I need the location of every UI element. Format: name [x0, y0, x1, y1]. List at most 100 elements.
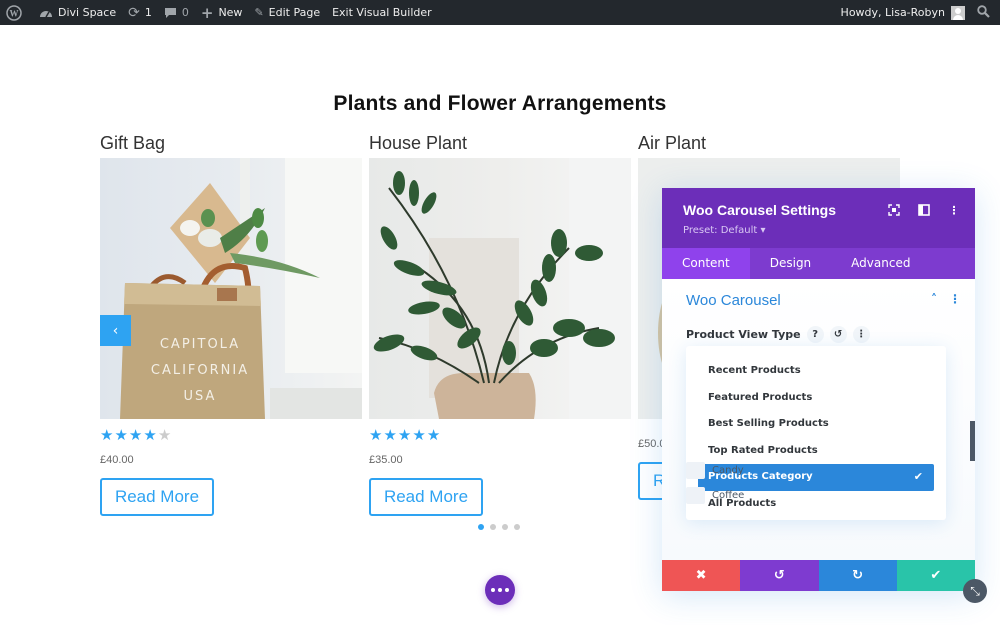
wp-admin-bar: W Divi Space ⟳ 1 0 + New ✎ Edit Page Exi…	[0, 0, 1000, 25]
fullscreen-icon[interactable]	[887, 203, 901, 217]
updates-link[interactable]: ⟳ 1	[122, 0, 158, 25]
carousel-dot[interactable]	[490, 524, 496, 530]
discard-button[interactable]: ✖	[662, 560, 741, 591]
resize-arrows-icon: ⤡	[970, 583, 980, 598]
section-more-icon[interactable]: ⋮	[949, 292, 961, 306]
greeting: Howdy, Lisa-Robyn	[840, 6, 945, 19]
carousel-prev-button[interactable]: ‹	[100, 315, 131, 346]
panel-scrollbar[interactable]	[970, 421, 975, 461]
star-filled-icon: ★	[128, 426, 143, 444]
dropdown-option[interactable]: Recent Products	[698, 358, 934, 385]
star-filled-icon: ★	[369, 426, 383, 444]
page-title: Plants and Flower Arrangements	[333, 92, 667, 115]
dropdown-option[interactable]: Featured Products	[698, 385, 934, 412]
page-settings-button[interactable]	[485, 575, 515, 605]
star-filled-icon: ★	[143, 426, 157, 444]
close-icon: ✖	[695, 568, 707, 583]
product-image-gift-bag[interactable]: CAPITOLA CALIFORNIA USA	[100, 158, 362, 419]
tab-content[interactable]: Content	[662, 248, 750, 279]
field-options-icon[interactable]: ⋮	[852, 326, 870, 343]
wordpress-logo-button[interactable]: W	[0, 0, 33, 25]
site-name: Divi Space	[58, 6, 117, 19]
new-label: New	[218, 6, 243, 19]
star-filled-icon: ★	[383, 426, 397, 444]
star-filled-icon: ★	[114, 426, 128, 444]
option-label: Best Selling Products	[708, 418, 829, 429]
product-name: Gift Bag	[100, 133, 166, 153]
option-label: Recent Products	[708, 365, 801, 376]
star-filled-icon: ★	[100, 426, 114, 444]
product-name: House Plant	[369, 133, 468, 153]
undo-button[interactable]: ↺	[740, 560, 819, 591]
more-options-icon[interactable]: ⋮	[947, 203, 961, 217]
exit-visual-builder-link[interactable]: Exit Visual Builder	[326, 0, 438, 25]
panel-body: Woo Carousel ˄ ⋮ Product View Type ? ↺ ⋮…	[662, 279, 975, 560]
product-name: Air Plant	[638, 133, 707, 153]
carousel-dot[interactable]	[514, 524, 520, 530]
star-rating: ★ ★ ★ ★ ★	[100, 427, 362, 443]
updates-count: 1	[144, 6, 152, 19]
site-name-link[interactable]: Divi Space	[33, 0, 122, 25]
edit-page-label: Edit Page	[268, 6, 321, 19]
reset-icon[interactable]: ↺	[829, 326, 847, 343]
pencil-icon: ✎	[254, 6, 264, 19]
option-label: Featured Products	[708, 391, 813, 403]
my-account-link[interactable]: Howdy, Lisa-Robyn	[835, 0, 971, 25]
redo-button[interactable]: ↻	[818, 560, 897, 591]
star-filled-icon: ★	[426, 426, 441, 444]
read-more-button[interactable]: Read More	[369, 478, 483, 516]
dot-icon	[491, 588, 495, 592]
dock-sidebar-icon[interactable]	[917, 203, 931, 217]
checkmark-icon: ✔	[930, 568, 942, 583]
carousel-pagination	[478, 524, 520, 530]
preset-dropdown[interactable]: Preset: Default ▾	[683, 225, 975, 236]
chevron-left-icon: ‹	[112, 322, 119, 339]
bag-text-line: USA	[184, 389, 217, 404]
star-empty-icon: ★	[157, 426, 172, 444]
product-card: House Plant ★ ★ ★ ★ ★ £35.00 Read More	[369, 130, 631, 516]
carousel-dot[interactable]	[502, 524, 508, 530]
panel-footer: ✖ ↺ ↻ ✔	[662, 560, 975, 591]
star-rating: ★ ★ ★ ★ ★	[369, 427, 631, 443]
category-checkbox-row[interactable]: Candy	[686, 462, 744, 479]
panel-tabs: Content Design Advanced	[662, 248, 975, 279]
star-filled-icon: ★	[397, 426, 412, 444]
resize-handle[interactable]: ⤡	[963, 579, 987, 603]
carousel-dot[interactable]	[478, 524, 484, 530]
plus-icon: +	[200, 3, 214, 22]
dashboard-gauge-icon	[39, 7, 53, 19]
category-checkbox-row[interactable]: Coffee	[686, 487, 744, 504]
product-price: £40.00	[100, 454, 134, 466]
module-settings-panel: Woo Carousel Settings Preset: Default ▾ …	[662, 188, 975, 591]
read-more-button[interactable]: Read More	[100, 478, 214, 516]
exit-visual-builder-label: Exit Visual Builder	[332, 6, 432, 19]
field-label-row: Product View Type ? ↺ ⋮	[686, 326, 870, 343]
section-title[interactable]: Woo Carousel	[686, 292, 781, 309]
edit-page-link[interactable]: ✎ Edit Page	[248, 0, 326, 25]
checkbox[interactable]	[686, 487, 705, 504]
chevron-up-icon[interactable]: ˄	[931, 292, 937, 306]
product-price: £35.00	[369, 454, 403, 466]
comments-link[interactable]: 0	[158, 0, 195, 25]
bag-text-line: CALIFORNIA	[151, 363, 249, 378]
comment-bubble-icon	[164, 7, 177, 19]
wordpress-icon: W	[6, 4, 22, 21]
redo-icon: ↻	[852, 568, 864, 583]
tab-design[interactable]: Design	[750, 248, 831, 279]
help-icon[interactable]: ?	[806, 326, 824, 343]
tab-advanced[interactable]: Advanced	[831, 248, 930, 279]
checkmark-icon: ✔	[913, 470, 923, 483]
svg-text:W: W	[10, 8, 19, 18]
undo-icon: ↺	[773, 568, 785, 583]
dropdown-option[interactable]: Best Selling Products	[698, 411, 934, 438]
dot-icon	[498, 588, 502, 592]
new-content-link[interactable]: + New	[195, 0, 249, 25]
dot-icon	[505, 588, 509, 592]
search-icon	[977, 4, 990, 21]
product-view-type-label: Product View Type	[686, 328, 801, 341]
product-image-house-plant[interactable]	[369, 158, 631, 419]
search-button[interactable]	[971, 0, 1000, 25]
bag-text-line: CAPITOLA	[160, 337, 240, 352]
checkbox[interactable]	[686, 462, 705, 479]
dropdown-option[interactable]: Top Rated Products	[698, 438, 934, 465]
